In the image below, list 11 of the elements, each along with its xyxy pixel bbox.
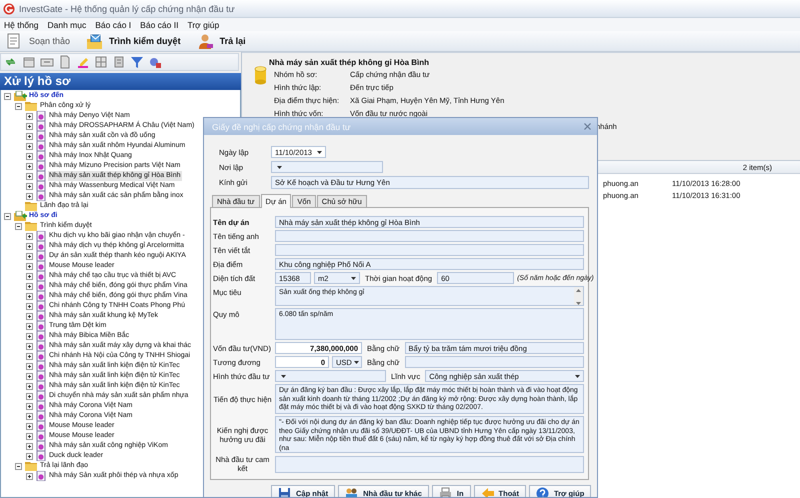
- menu-item[interactable]: Hệ thống: [3, 20, 40, 30]
- menu-item[interactable]: Danh mục: [46, 20, 88, 30]
- dialog-title: Giấy đề nghị cấp chứng nhận đầu tư: [212, 122, 351, 132]
- record-title: Nhà máy sản xuất thép không gỉ Hòa Bình: [269, 57, 430, 68]
- menu-item[interactable]: Báo cáo II: [139, 20, 180, 30]
- menu-item[interactable]: Trợ giúp: [186, 20, 220, 30]
- toolbar-button[interactable]: Trình kiểm duyệt: [84, 32, 183, 50]
- menu-item[interactable]: Báo cáo I: [94, 20, 132, 30]
- toolbar-button[interactable]: Trả lại: [194, 32, 248, 50]
- window-title: InvestGate - Hệ thống quản lý cấp chứng nhận đầu tư: [19, 4, 235, 14]
- panel-title: Xử lý hồ sơ: [0, 73, 241, 90]
